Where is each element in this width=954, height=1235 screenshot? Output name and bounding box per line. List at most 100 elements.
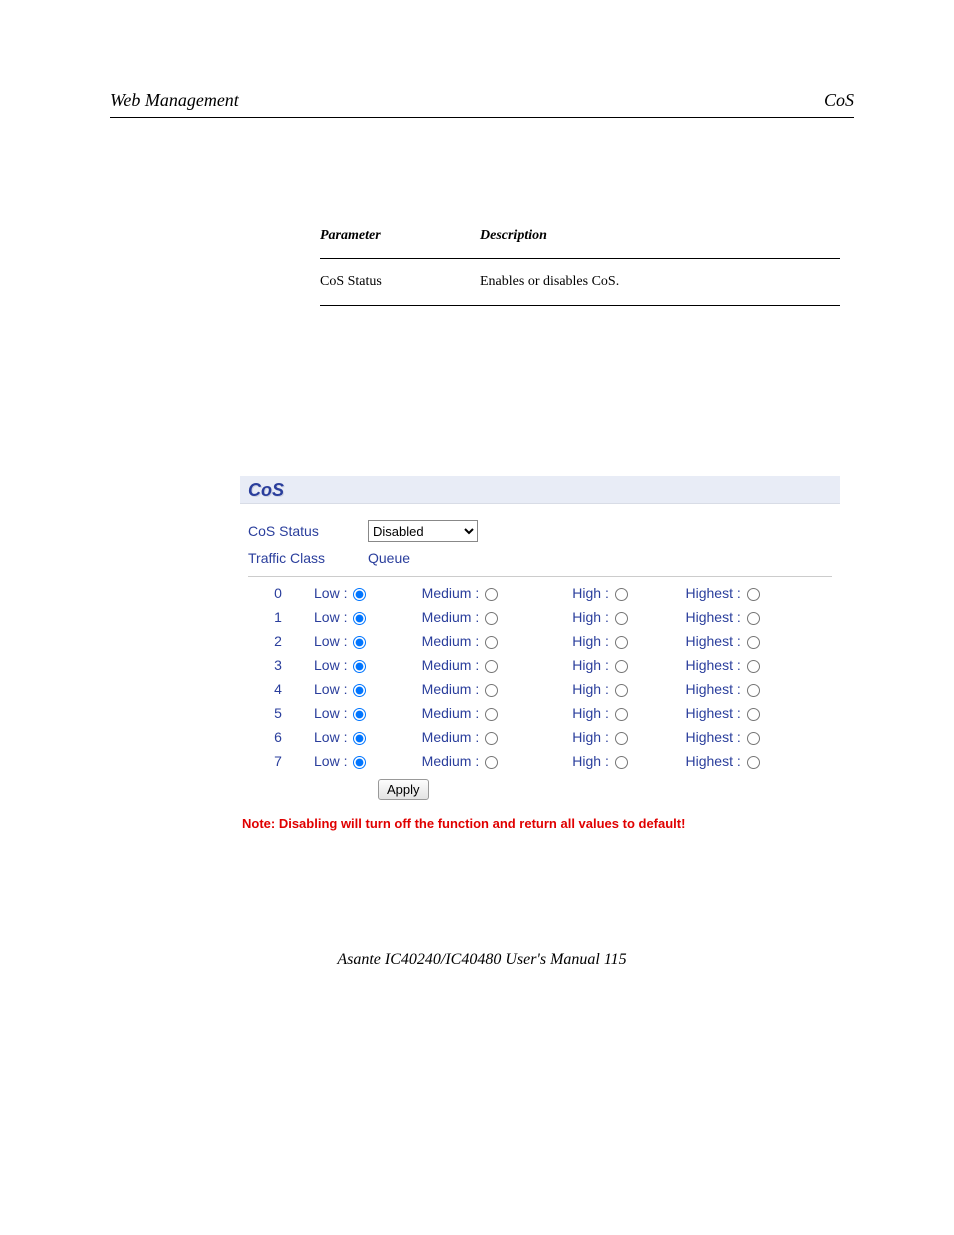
traffic-class-value: 0 — [248, 581, 314, 605]
queue-radio[interactable] — [615, 684, 628, 697]
queue-table: 0Low :Medium :High :Highest :1Low :Mediu… — [248, 581, 832, 773]
queue-radio[interactable] — [485, 588, 498, 601]
queue-cell: Low : — [314, 677, 422, 701]
queue-radio[interactable] — [353, 612, 366, 625]
radio-label: Highest : — [686, 729, 741, 745]
queue-cell: Highest : — [686, 749, 833, 773]
queue-radio[interactable] — [615, 756, 628, 769]
queue-radio[interactable] — [747, 756, 760, 769]
apply-button[interactable]: Apply — [378, 779, 429, 800]
queue-radio[interactable] — [747, 732, 760, 745]
param-table-rule-bottom — [320, 305, 840, 306]
queue-cell: Medium : — [422, 725, 573, 749]
queue-radio[interactable] — [485, 708, 498, 721]
queue-cell: Medium : — [422, 653, 573, 677]
queue-radio[interactable] — [353, 636, 366, 649]
queue-radio[interactable] — [485, 756, 498, 769]
queue-cell: High : — [572, 605, 685, 629]
queue-cell: High : — [572, 749, 685, 773]
queue-radio[interactable] — [485, 660, 498, 673]
queue-cell: Low : — [314, 581, 422, 605]
queue-cell: Low : — [314, 749, 422, 773]
queue-radio[interactable] — [615, 588, 628, 601]
radio-label: Highest : — [686, 609, 741, 625]
header-rule — [110, 117, 854, 118]
cos-header-rule — [248, 576, 832, 577]
traffic-class-value: 5 — [248, 701, 314, 725]
queue-radio[interactable] — [353, 684, 366, 697]
radio-label: High : — [572, 729, 609, 745]
radio-label: High : — [572, 609, 609, 625]
queue-radio[interactable] — [485, 732, 498, 745]
table-row: 5Low :Medium :High :Highest : — [248, 701, 832, 725]
queue-table-body: 0Low :Medium :High :Highest :1Low :Mediu… — [248, 581, 832, 773]
col-parameter: Parameter — [320, 228, 480, 244]
queue-cell: Highest : — [686, 701, 833, 725]
queue-radio[interactable] — [615, 612, 628, 625]
queue-cell: Low : — [314, 653, 422, 677]
param-name: CoS Status — [320, 273, 480, 291]
queue-radio[interactable] — [485, 636, 498, 649]
queue-cell: High : — [572, 701, 685, 725]
queue-label: Queue — [368, 550, 410, 566]
queue-radio[interactable] — [747, 660, 760, 673]
queue-cell: Low : — [314, 605, 422, 629]
queue-cell: High : — [572, 581, 685, 605]
radio-label: High : — [572, 705, 609, 721]
table-row: 0Low :Medium :High :Highest : — [248, 581, 832, 605]
radio-label: Highest : — [686, 753, 741, 769]
queue-cell: Low : — [314, 725, 422, 749]
table-row: 3Low :Medium :High :Highest : — [248, 653, 832, 677]
cos-titlebar: CoS — [240, 476, 840, 504]
queue-radio[interactable] — [353, 732, 366, 745]
radio-label: Medium : — [422, 585, 480, 601]
queue-cell: Medium : — [422, 677, 573, 701]
param-table: Parameter Description CoS Status Enables… — [320, 228, 840, 306]
queue-radio[interactable] — [485, 612, 498, 625]
queue-cell: Medium : — [422, 581, 573, 605]
queue-radio[interactable] — [615, 636, 628, 649]
queue-cell: Medium : — [422, 629, 573, 653]
cos-status-label: CoS Status — [248, 523, 368, 539]
queue-cell: High : — [572, 725, 685, 749]
queue-radio[interactable] — [353, 756, 366, 769]
table-row: 1Low :Medium :High :Highest : — [248, 605, 832, 629]
queue-radio[interactable] — [485, 684, 498, 697]
queue-radio[interactable] — [353, 588, 366, 601]
radio-label: Highest : — [686, 705, 741, 721]
radio-label: Low : — [314, 609, 347, 625]
cos-status-select[interactable]: Disabled — [368, 520, 478, 542]
param-table-rule-top — [320, 258, 840, 259]
cos-body: CoS Status Disabled Traffic Class Queue … — [240, 504, 840, 812]
radio-label: High : — [572, 681, 609, 697]
radio-label: Low : — [314, 705, 347, 721]
queue-cell: Highest : — [686, 629, 833, 653]
queue-cell: Highest : — [686, 605, 833, 629]
radio-label: Highest : — [686, 657, 741, 673]
cos-status-row: CoS Status Disabled — [248, 516, 832, 546]
radio-label: Low : — [314, 729, 347, 745]
queue-radio[interactable] — [747, 684, 760, 697]
radio-label: High : — [572, 753, 609, 769]
radio-label: Low : — [314, 585, 347, 601]
queue-radio[interactable] — [615, 708, 628, 721]
table-row: 6Low :Medium :High :Highest : — [248, 725, 832, 749]
radio-label: Highest : — [686, 633, 741, 649]
queue-radio[interactable] — [747, 636, 760, 649]
table-row: 4Low :Medium :High :Highest : — [248, 677, 832, 701]
page-footer: Asante IC40240/IC40480 User's Manual 115 — [110, 951, 854, 969]
queue-radio[interactable] — [747, 612, 760, 625]
running-header: Web Management CoS — [110, 90, 854, 117]
queue-radio[interactable] — [615, 732, 628, 745]
radio-label: Medium : — [422, 633, 480, 649]
queue-radio[interactable] — [615, 660, 628, 673]
page: Web Management CoS Parameter Description… — [0, 0, 954, 1029]
queue-cell: Low : — [314, 629, 422, 653]
queue-radio[interactable] — [747, 708, 760, 721]
param-desc: Enables or disables CoS. — [480, 273, 840, 291]
queue-cell: Medium : — [422, 605, 573, 629]
queue-radio[interactable] — [353, 708, 366, 721]
queue-radio[interactable] — [747, 588, 760, 601]
queue-cell: High : — [572, 653, 685, 677]
queue-radio[interactable] — [353, 660, 366, 673]
